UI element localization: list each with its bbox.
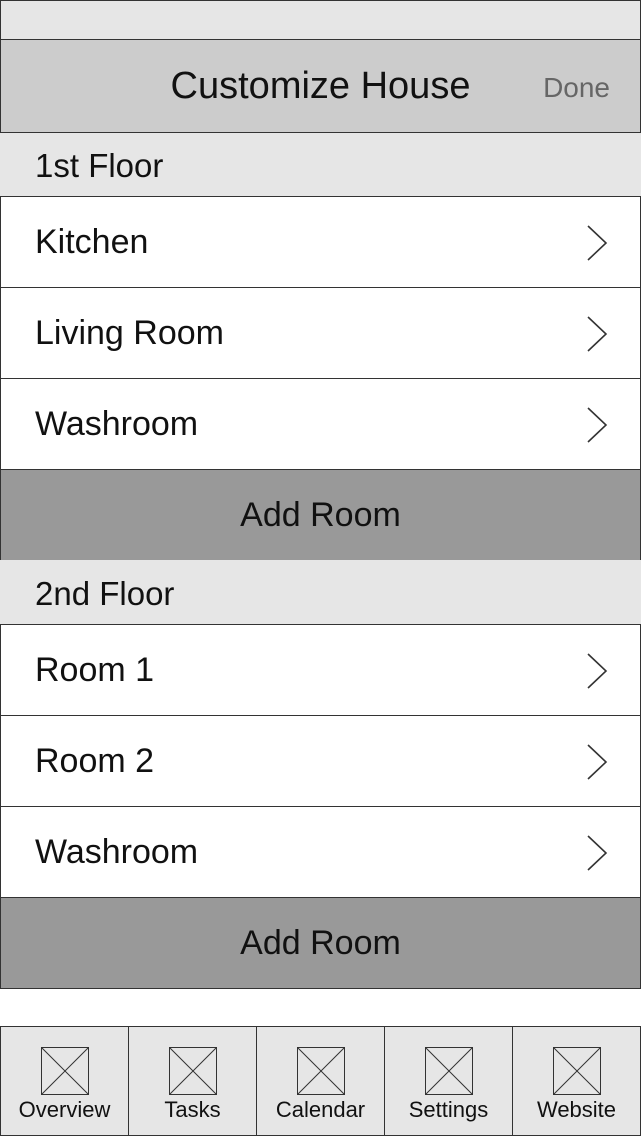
navigation-bar: Customize House Done [0, 39, 641, 133]
tab-calendar[interactable]: Calendar [256, 1026, 385, 1136]
room-row-room-2[interactable]: Room 2 [0, 715, 641, 807]
section-header-2nd-floor: 2nd Floor [0, 560, 641, 626]
status-bar [0, 0, 641, 40]
room-row-kitchen[interactable]: Kitchen [0, 196, 641, 288]
room-label: Kitchen [35, 223, 149, 261]
placeholder-image-icon [168, 1047, 217, 1095]
chevron-right-icon [587, 225, 608, 261]
tab-label: Website [536, 1097, 617, 1122]
chevron-right-icon [587, 835, 608, 871]
tab-overview[interactable]: Overview [0, 1026, 129, 1136]
room-row-living-room[interactable]: Living Room [0, 287, 641, 379]
placeholder-image-icon [40, 1047, 89, 1095]
chevron-right-icon [587, 653, 608, 689]
placeholder-image-icon [296, 1047, 345, 1095]
done-button[interactable]: Done [543, 40, 610, 136]
chevron-right-icon [587, 316, 608, 352]
room-label: Living Room [35, 314, 224, 352]
room-row-washroom[interactable]: Washroom [0, 378, 641, 470]
room-row-washroom-2[interactable]: Washroom [0, 806, 641, 898]
tab-label: Tasks [164, 1097, 221, 1122]
room-label: Washroom [35, 405, 199, 443]
placeholder-image-icon [424, 1047, 473, 1095]
tab-website[interactable]: Website [512, 1026, 641, 1136]
room-label: Washroom [35, 833, 199, 871]
room-label: Room 2 [35, 742, 155, 780]
tab-label: Settings [408, 1097, 489, 1122]
placeholder-image-icon [552, 1047, 601, 1095]
tab-settings[interactable]: Settings [384, 1026, 513, 1136]
room-label: Room 1 [35, 651, 155, 689]
add-room-button-1st-floor[interactable]: Add Room [0, 469, 641, 561]
chevron-right-icon [587, 744, 608, 780]
room-row-room-1[interactable]: Room 1 [0, 624, 641, 716]
add-room-button-2nd-floor[interactable]: Add Room [0, 897, 641, 989]
tab-bar: Overview Tasks Calendar Settings Website [0, 1026, 641, 1136]
tab-tasks[interactable]: Tasks [128, 1026, 257, 1136]
tab-label: Calendar [275, 1097, 366, 1122]
tab-label: Overview [18, 1097, 111, 1122]
section-header-1st-floor: 1st Floor [0, 133, 641, 197]
chevron-right-icon [587, 407, 608, 443]
